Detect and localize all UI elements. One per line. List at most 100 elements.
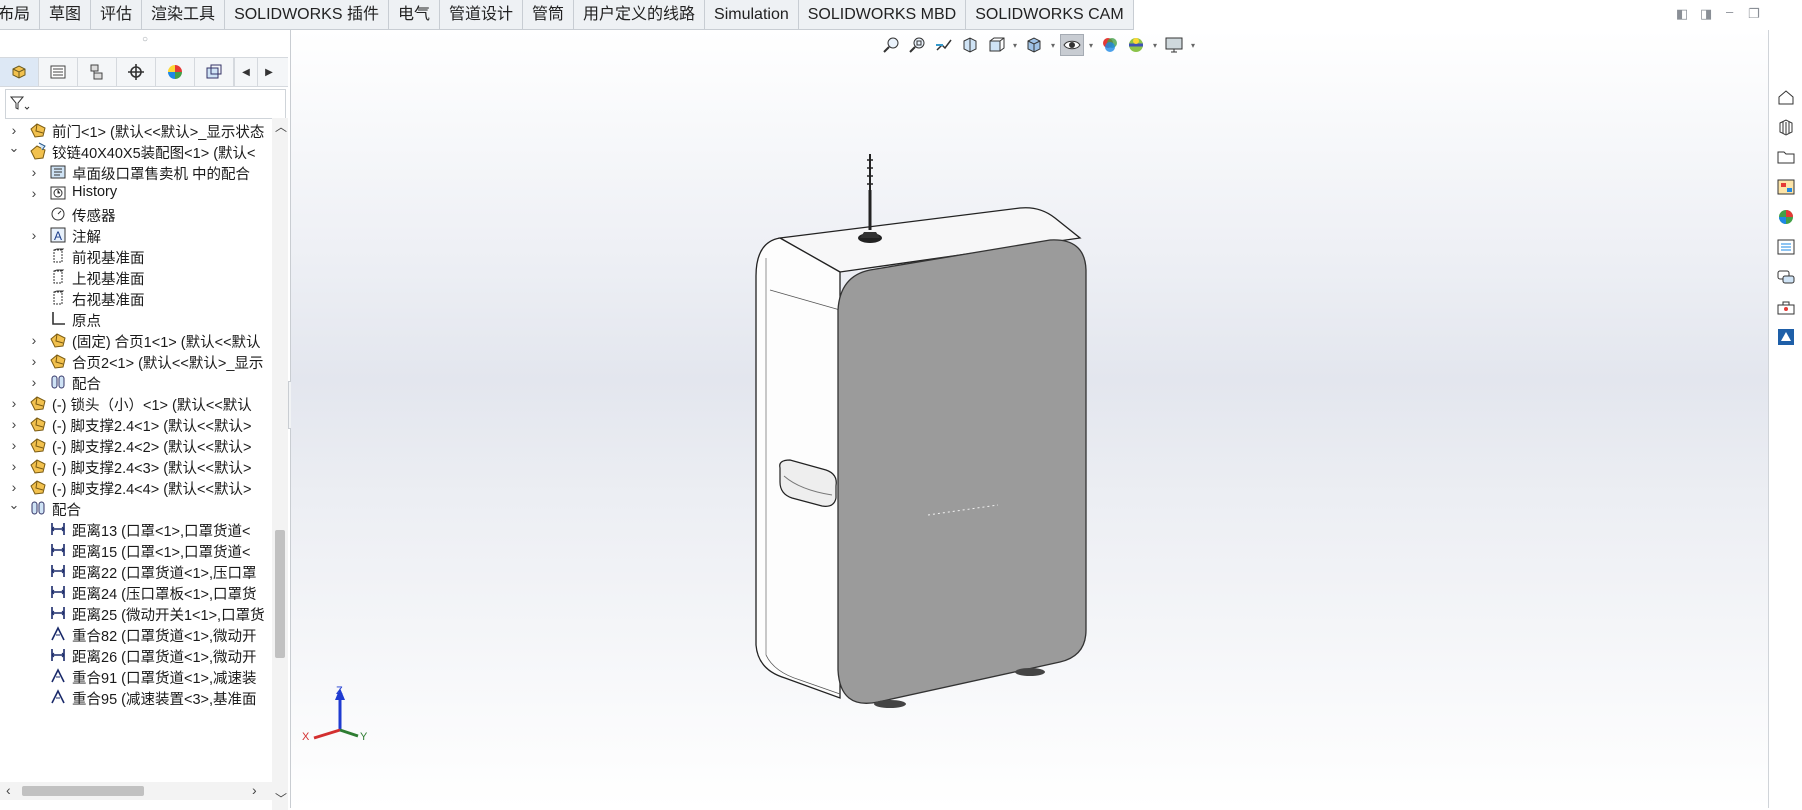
forum-icon[interactable] bbox=[1775, 266, 1797, 288]
distance-mate-icon bbox=[48, 582, 68, 602]
display-style-icon[interactable] bbox=[1022, 34, 1046, 56]
plane-icon bbox=[48, 288, 68, 308]
tab-4[interactable]: SOLIDWORKS 插件 bbox=[225, 0, 389, 30]
solidworks-resources-icon[interactable] bbox=[1775, 86, 1797, 108]
distance-mate-icon bbox=[48, 561, 68, 581]
expand-toggle-icon[interactable]: ⌄ bbox=[8, 493, 20, 517]
distance-mate-icon bbox=[48, 645, 68, 665]
part-icon bbox=[28, 414, 48, 434]
view-settings-icon[interactable] bbox=[1162, 34, 1186, 56]
coordinate-triad: Z X Y bbox=[302, 686, 368, 743]
3dexperience-icon[interactable] bbox=[1775, 326, 1797, 348]
tabs-scroll-left-icon[interactable]: ◀ bbox=[234, 58, 257, 86]
tree-vertical-scrollbar[interactable]: ︿ ﹀ bbox=[272, 118, 288, 810]
display-style-dropdown-icon[interactable]: ▾ bbox=[1048, 34, 1058, 56]
origin-icon bbox=[48, 309, 68, 329]
svg-text:A: A bbox=[54, 229, 62, 243]
cam-icon[interactable] bbox=[195, 58, 234, 86]
featuremanager-icon[interactable] bbox=[0, 58, 39, 86]
y-axis-label: Y bbox=[360, 731, 368, 743]
hscroll-thumb[interactable] bbox=[22, 786, 144, 796]
coincident-mate-icon bbox=[48, 666, 68, 686]
part-icon bbox=[28, 477, 48, 497]
tree-item-label: History bbox=[72, 184, 118, 200]
tab-0[interactable]: 布局 bbox=[0, 0, 41, 30]
apply-scene-icon[interactable] bbox=[1124, 34, 1148, 56]
restore-right-icon[interactable]: ◨ bbox=[1700, 6, 1712, 22]
part-icon bbox=[28, 393, 48, 413]
filter-icon bbox=[10, 96, 30, 110]
mates-folder-icon bbox=[48, 162, 68, 182]
view-orientation-dropdown-icon[interactable]: ▾ bbox=[1010, 34, 1020, 56]
panel-splitter[interactable]: ○ bbox=[0, 30, 290, 52]
hide-show-items-icon[interactable] bbox=[1060, 34, 1084, 56]
tab-strip: 布局 草图 评估 渲染工具 SOLIDWORKS 插件 电气 管道设计 管筒 用户定义的线路 Si… bbox=[0, 0, 1134, 30]
custom-properties-icon[interactable] bbox=[1775, 236, 1797, 258]
tabs-scroll-right-icon[interactable]: ▶ bbox=[257, 58, 280, 86]
propertymanager-icon[interactable] bbox=[39, 58, 78, 86]
distance-mate-icon bbox=[48, 540, 68, 560]
tab-7[interactable]: 管筒 bbox=[523, 0, 575, 30]
tab-9[interactable]: Simulation bbox=[705, 0, 799, 30]
part-icon bbox=[28, 435, 48, 455]
maximize-icon[interactable]: ❐ bbox=[1748, 6, 1760, 22]
tree-filter[interactable] bbox=[5, 89, 286, 119]
view-palette-icon[interactable] bbox=[1775, 176, 1797, 198]
tree-item[interactable]: 重合95 (减速装置<3>,基准面 bbox=[0, 685, 272, 709]
tab-1[interactable]: 草图 bbox=[40, 0, 92, 30]
appearances-icon[interactable] bbox=[1775, 206, 1797, 228]
expand-toggle-icon[interactable]: ⌄ bbox=[8, 136, 20, 160]
distance-mate-icon bbox=[48, 519, 68, 539]
part-icon bbox=[48, 351, 68, 371]
view-orientation-icon[interactable] bbox=[984, 34, 1008, 56]
design-library-icon[interactable] bbox=[1775, 116, 1797, 138]
file-explorer-icon[interactable] bbox=[1775, 146, 1797, 168]
mates-icon bbox=[48, 372, 68, 392]
coincident-mate-icon bbox=[48, 624, 68, 644]
apply-scene-dropdown-icon[interactable]: ▾ bbox=[1150, 34, 1160, 56]
view-settings-dropdown-icon[interactable]: ▾ bbox=[1188, 34, 1198, 56]
scroll-right-icon[interactable]: › bbox=[252, 782, 257, 798]
coincident-mate-icon bbox=[48, 687, 68, 707]
history-icon bbox=[48, 183, 68, 203]
part-icon bbox=[28, 456, 48, 476]
tab-2[interactable]: 评估 bbox=[91, 0, 143, 30]
previous-view-icon[interactable] bbox=[932, 34, 956, 56]
tab-5[interactable]: 电气 bbox=[388, 0, 440, 30]
tab-8[interactable]: 用户定义的线路 bbox=[574, 0, 706, 30]
scroll-down-icon[interactable]: ﹀ bbox=[275, 790, 287, 807]
section-view-icon[interactable] bbox=[958, 34, 982, 56]
hide-show-dropdown-icon[interactable]: ▾ bbox=[1086, 34, 1096, 56]
edit-appearance-icon[interactable] bbox=[1098, 34, 1122, 56]
subassembly-icon bbox=[28, 141, 48, 161]
scroll-thumb[interactable] bbox=[275, 530, 285, 658]
distance-mate-icon bbox=[48, 603, 68, 623]
minimize-icon[interactable]: – bbox=[1726, 4, 1733, 19]
tab-6[interactable]: 管道设计 bbox=[440, 0, 524, 30]
tab-11[interactable]: SOLIDWORKS CAM bbox=[966, 0, 1134, 30]
configurationmanager-icon[interactable] bbox=[78, 58, 117, 86]
x-axis-label: X bbox=[302, 731, 310, 743]
toolbox-icon[interactable] bbox=[1775, 296, 1797, 318]
annotation-icon: A bbox=[48, 225, 68, 245]
restore-left-icon[interactable]: ◧ bbox=[1676, 6, 1688, 22]
scroll-left-icon[interactable]: ‹ bbox=[6, 782, 11, 798]
tree-item-label: 重合95 (减速装置<3>,基准面 bbox=[72, 692, 257, 708]
scroll-up-icon[interactable]: ︿ bbox=[275, 118, 287, 135]
tab-10[interactable]: SOLIDWORKS MBD bbox=[798, 0, 967, 30]
zoom-to-area-icon[interactable] bbox=[906, 34, 930, 56]
assembly-model[interactable] bbox=[740, 150, 1170, 720]
zoom-to-fit-icon[interactable] bbox=[880, 34, 904, 56]
mates-icon bbox=[28, 498, 48, 518]
dimxpert-icon[interactable] bbox=[117, 58, 156, 86]
tab-3[interactable]: 渲染工具 bbox=[142, 0, 226, 30]
displaymanager-icon[interactable] bbox=[156, 58, 195, 86]
task-pane bbox=[1768, 30, 1802, 808]
featuremanager-panel: ○ ◀ ▶ › 前门<1> (默认<<默认>_显示状态 ⌄ 铰链40X40X5装配图<… bbox=[0, 30, 291, 810]
plane-icon bbox=[48, 246, 68, 266]
z-axis-label: Z bbox=[336, 686, 343, 697]
part-icon bbox=[48, 330, 68, 350]
sensor-icon bbox=[48, 204, 68, 224]
part-icon bbox=[28, 120, 48, 140]
tree-horizontal-scrollbar[interactable]: ‹ › bbox=[0, 782, 272, 800]
